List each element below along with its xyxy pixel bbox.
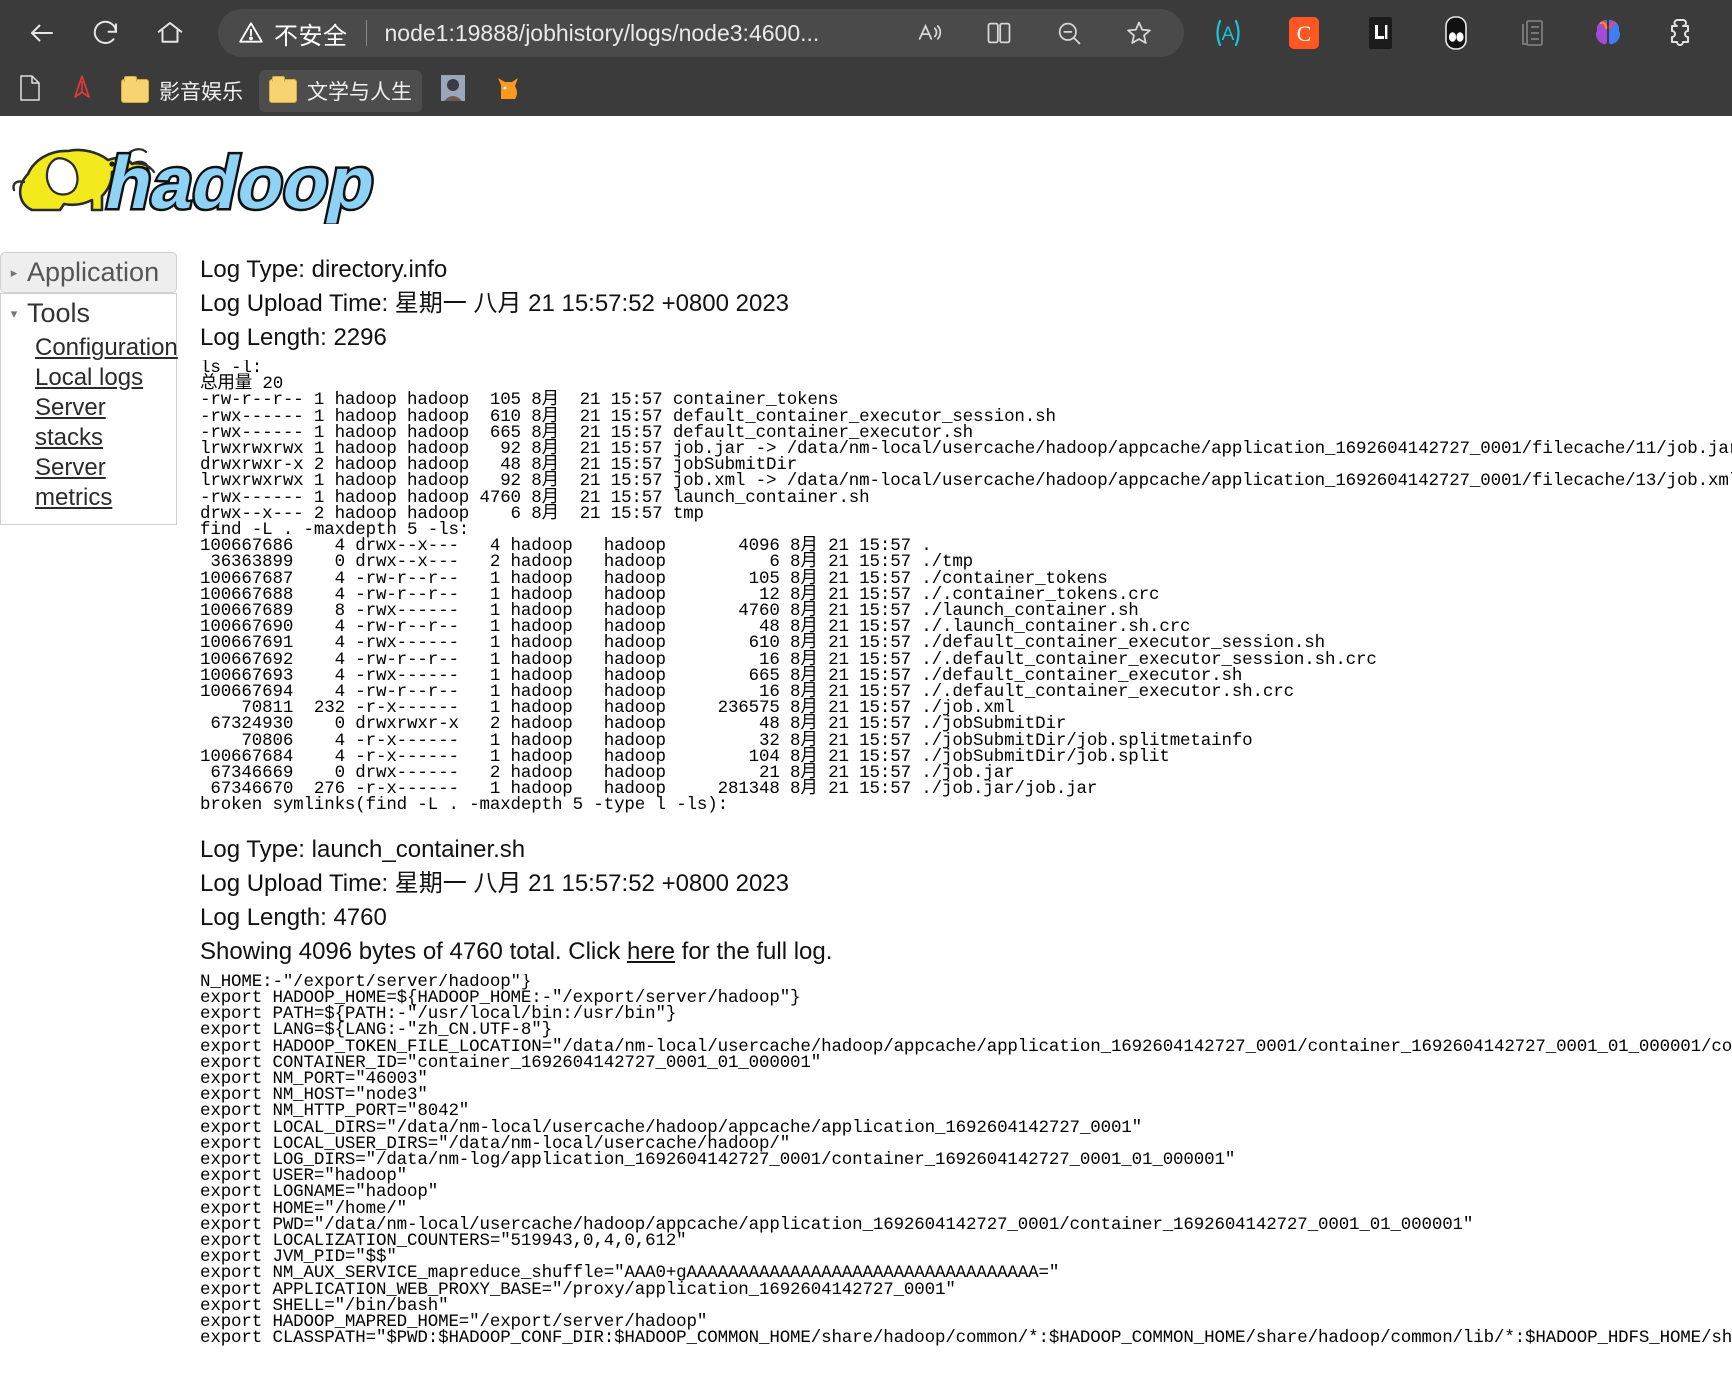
chevron-down-icon: ▾ xyxy=(10,305,18,321)
page-icon xyxy=(17,73,43,109)
not-secure-warning-icon xyxy=(238,20,264,46)
avatar-icon xyxy=(438,73,468,109)
bookmark-label: 影音娱乐 xyxy=(159,81,243,104)
orange-cat-icon xyxy=(494,73,524,109)
sidebar-item-tools[interactable]: ▾ Tools xyxy=(1,294,176,333)
sidebar-link-configuration[interactable]: Configuration xyxy=(35,336,178,360)
red-mark-icon xyxy=(69,73,95,109)
folder-icon xyxy=(269,76,297,103)
bookmark-cat-item[interactable] xyxy=(484,70,534,112)
favorite-star-icon[interactable] xyxy=(1116,10,1162,56)
bookmarks-bar: 影音娱乐 文学与人生 xyxy=(0,66,1732,116)
sidebar: ▸ Application ▾ Tools Configuration Loca… xyxy=(0,252,178,525)
svg-text:A: A xyxy=(1222,24,1235,45)
bookmark-folder-wenxueyurensheng[interactable]: 文学与人生 xyxy=(259,70,422,112)
bookmark-red-mark-item[interactable] xyxy=(59,70,105,112)
read-aloud-icon[interactable] xyxy=(906,10,952,56)
reload-icon[interactable] xyxy=(83,10,129,56)
sidebar-application-label: Application xyxy=(27,257,160,287)
security-label: 不安全 xyxy=(274,22,348,50)
log1-upload-time: Log Upload Time: 星期一 八月 21 15:57:52 +080… xyxy=(200,290,790,317)
chevron-right-icon: ▸ xyxy=(10,264,18,280)
collections-icon[interactable] xyxy=(1510,11,1554,55)
page-body: hadoop ▸ Application ▾ Tools Configurati… xyxy=(0,116,1732,1388)
bookmark-avatar-item[interactable] xyxy=(428,70,478,112)
bookmark-page-item[interactable] xyxy=(7,70,53,112)
log2-showing-line: Showing 4096 bytes of 4760 total. Click … xyxy=(200,937,1732,965)
extension-icons: A C xyxy=(1190,11,1722,55)
sidebar-link-local-logs[interactable]: Local logs xyxy=(35,366,176,390)
adblock-a-icon[interactable]: A xyxy=(1206,11,1250,55)
full-log-link[interactable]: here xyxy=(627,938,675,965)
log2-type: Log Type: launch_container.sh xyxy=(200,835,526,863)
addressbar-actions xyxy=(894,10,1184,56)
browser-nav-row: 不安全 node1:19888/jobhistory/logs/node3:46… xyxy=(0,0,1732,66)
brain-icon[interactable] xyxy=(1586,11,1630,55)
l-black-icon[interactable] xyxy=(1358,11,1402,55)
immersive-reader-icon[interactable] xyxy=(976,10,1022,56)
sidebar-link-server-stacks-2[interactable]: stacks xyxy=(35,426,176,450)
log2-upload-time: Log Upload Time: 星期一 八月 21 15:57:52 +080… xyxy=(200,869,790,897)
address-divider xyxy=(365,20,367,46)
extensions-puzzle-icon[interactable] xyxy=(1662,11,1706,55)
sidebar-tool-links: Configuration Local logs Server stacks S… xyxy=(1,333,178,524)
url-text[interactable]: node1:19888/jobhistory/logs/node3:4600..… xyxy=(385,20,895,47)
c-orange-icon[interactable]: C xyxy=(1282,11,1326,55)
sidebar-tools-section: ▾ Tools Configuration Local logs Server … xyxy=(0,293,178,525)
address-bar[interactable]: 不安全 node1:19888/jobhistory/logs/node3:46… xyxy=(218,9,1184,57)
sidebar-link-server-metrics-2[interactable]: metrics xyxy=(35,486,176,510)
oo-black-icon[interactable] xyxy=(1434,11,1478,55)
log-content: Log Type: directory.info Log Upload Time… xyxy=(200,252,1732,1388)
hadoop-logo: hadoop xyxy=(0,116,1732,226)
log2-length: Log Length: 4760 xyxy=(200,903,387,931)
home-icon[interactable] xyxy=(147,10,193,56)
svg-text:C: C xyxy=(1297,21,1312,46)
bookmark-folder-yinyingyule[interactable]: 影音娱乐 xyxy=(111,70,253,112)
log1-length: Log Length: 2296 xyxy=(200,324,387,351)
showing-suffix: for the full log. xyxy=(674,937,833,965)
log-section-spacer xyxy=(200,814,1732,832)
log1-type: Log Type: directory.info xyxy=(200,256,448,283)
browser-chrome: 不安全 node1:19888/jobhistory/logs/node3:46… xyxy=(0,0,1732,116)
log1-body: ls -l: 总用量 20 -rw-r--r-- 1 hadoop hadoop… xyxy=(200,360,1732,814)
logo-wordmark: hadoop xyxy=(99,141,384,224)
sidebar-link-server-stacks-1[interactable]: Server xyxy=(35,396,176,420)
bookmark-label: 文学与人生 xyxy=(307,81,412,104)
sidebar-tools-label: Tools xyxy=(27,298,91,328)
showing-prefix: Showing 4096 bytes of 4760 total. Click xyxy=(200,937,627,965)
sidebar-link-server-metrics-1[interactable]: Server xyxy=(35,456,176,480)
folder-icon xyxy=(121,76,149,103)
zoom-out-icon[interactable] xyxy=(1046,10,1092,56)
log2-body: N_HOME:-"/export/server/hadoop"} export … xyxy=(200,973,1732,1347)
sidebar-item-application[interactable]: ▸ Application xyxy=(0,252,177,293)
back-arrow-icon[interactable] xyxy=(19,10,65,56)
